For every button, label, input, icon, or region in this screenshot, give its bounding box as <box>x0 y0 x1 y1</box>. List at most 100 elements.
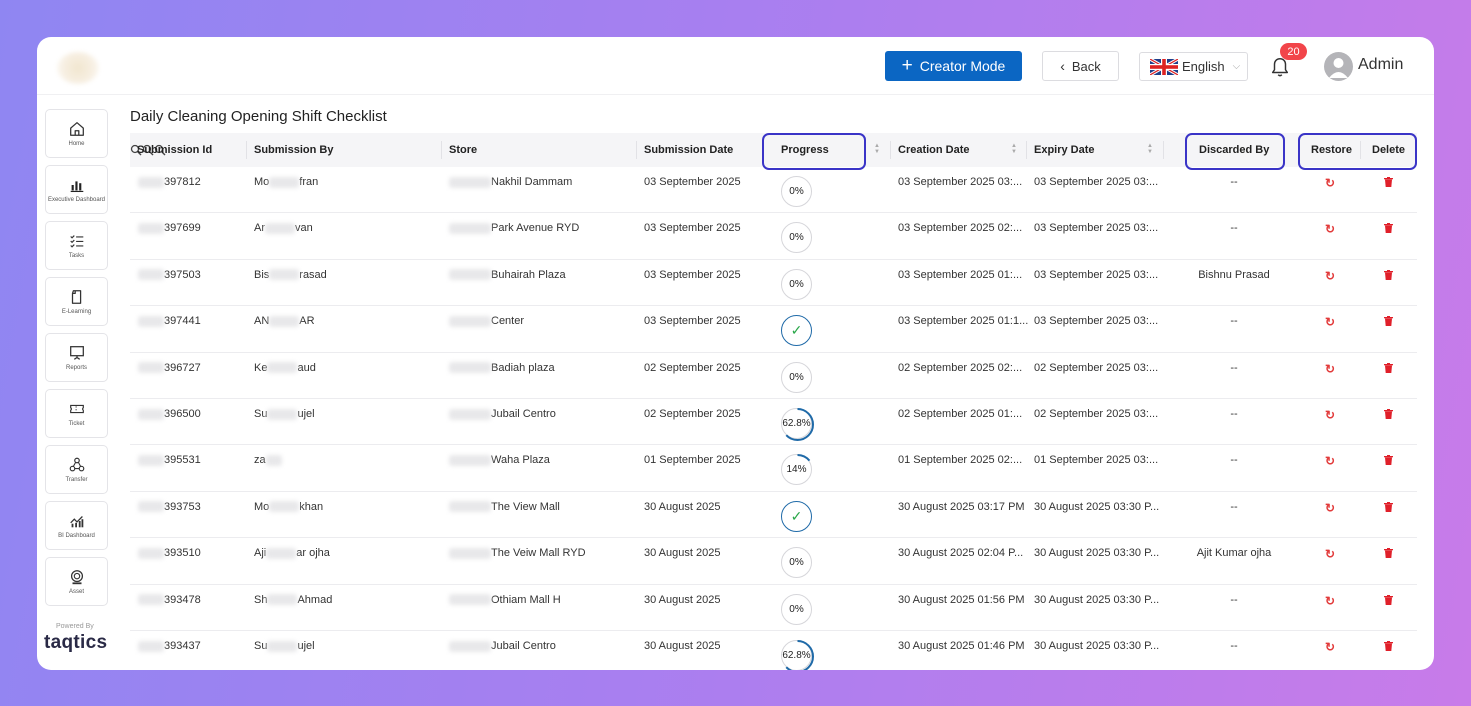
submission-date: 30 August 2025 <box>644 500 721 513</box>
submission-id-cell[interactable]: 393478 <box>138 594 201 606</box>
progress-ring: 0% <box>781 547 812 579</box>
restore-icon[interactable]: ↻ <box>1325 640 1335 654</box>
store-cell: Jubail Centro <box>449 640 556 652</box>
submission-id-cell[interactable]: 397812 <box>138 176 201 188</box>
header-submission-date: Submission Date <box>644 133 733 167</box>
restore-icon[interactable]: ↻ <box>1325 408 1335 422</box>
submission-id-cell[interactable]: 396500 <box>138 408 201 420</box>
header-creation-date[interactable]: Creation Date <box>898 133 970 167</box>
submitter-first: Aji <box>254 547 267 560</box>
table-row[interactable]: 397441 AN AR Center 03 September 2025 ✓ 03 Sep… <box>130 306 1417 353</box>
sidebar-item-transfer[interactable]: Transfer <box>45 445 108 494</box>
restore-icon[interactable]: ↻ <box>1325 547 1335 561</box>
restore-icon[interactable]: ↻ <box>1325 362 1335 376</box>
restore-icon[interactable]: ↻ <box>1325 594 1335 608</box>
header-progress[interactable]: Progress <box>781 133 829 167</box>
creation-date: 30 August 2025 01:56 PM <box>898 593 1025 606</box>
progress-value: 0% <box>789 232 804 244</box>
sidebar-item-bi-dashboard[interactable]: BI Dashboard <box>45 501 108 550</box>
table-row[interactable]: 396727 Ke aud Badiah plaza 02 September 2025… <box>130 353 1417 399</box>
user-name[interactable]: Admin <box>1358 56 1403 74</box>
sidebar-item-ticket[interactable]: Ticket <box>45 389 108 438</box>
delete-icon[interactable] <box>1384 316 1393 327</box>
table-row[interactable]: 393478 Sh Ahmad Othiam Mall H 30 August 2025… <box>130 585 1417 631</box>
sort-icon[interactable]: ▲ ▼ <box>1147 143 1153 155</box>
table-row[interactable]: 393510 Aji ar ojha The Veiw Mall RYD 30 Augu… <box>130 538 1417 585</box>
brand-logo: taqtics <box>44 632 108 653</box>
delete-icon[interactable] <box>1384 640 1393 651</box>
restore-icon[interactable]: ↻ <box>1325 454 1335 468</box>
presentation-icon <box>69 345 84 360</box>
header-label: Submission Date <box>644 144 734 156</box>
table-row[interactable]: 395531 za Waha Plaza 01 September 2025 14% 01… <box>130 445 1417 492</box>
progress-ring: 0% <box>781 361 812 393</box>
expiry-date: 02 September 2025 03:... <box>1034 407 1159 420</box>
submitter-first: Ke <box>254 361 268 374</box>
creation-date: 03 September 2025 01:... <box>898 268 1023 281</box>
submission-id-cell[interactable]: 393437 <box>138 640 201 652</box>
delete-icon[interactable] <box>1384 177 1393 187</box>
table-row[interactable]: 397699 Ar van Park Avenue RYD 03 September 2… <box>130 213 1417 260</box>
sidebar-item-executive-dashboard[interactable]: Executive Dashboard <box>45 165 108 214</box>
restore-icon[interactable]: ↻ <box>1325 176 1335 190</box>
table-row[interactable]: 397812 Mo fran Nakhil Dammam 03 September 20… <box>130 167 1417 214</box>
submission-id-cell[interactable]: 393753 <box>138 501 201 513</box>
delete-icon[interactable] <box>1384 594 1393 605</box>
progress-value: 0% <box>789 278 804 290</box>
delete-icon[interactable] <box>1384 548 1393 559</box>
restore-icon[interactable]: ↻ <box>1325 269 1335 283</box>
table-row[interactable]: 397503 Bis rasad Buhairah Plaza 03 September… <box>130 260 1417 307</box>
expiry-date: 30 August 2025 03:30 P... <box>1034 547 1160 560</box>
table-row[interactable]: 393753 Mo khan The View Mall 30 August 2025 ✓… <box>130 492 1417 539</box>
delete-icon[interactable] <box>1384 455 1393 466</box>
submission-id-cell[interactable]: 396727 <box>138 362 201 374</box>
submission-id-cell[interactable]: 395531 <box>138 454 201 466</box>
creation-date: 30 August 2025 02:04 P... <box>898 547 1024 560</box>
delete-icon[interactable] <box>1384 408 1393 419</box>
submitter-first: Mo <box>254 176 270 188</box>
submission-id-cell[interactable]: 397441 <box>138 315 201 327</box>
submission-id-cell[interactable]: 397699 <box>138 222 201 234</box>
back-button[interactable]: ‹ Back <box>1042 51 1119 81</box>
sidebar-item-asset[interactable]: Asset <box>45 557 108 606</box>
header-submission-id: Submission Id <box>137 133 212 167</box>
language-select[interactable]: English ⌵ <box>1139 52 1248 81</box>
progress-ring: 0% <box>781 176 812 207</box>
table-row[interactable]: 393437 Su ujel Jubail Centro 30 August 2025 6… <box>130 631 1417 670</box>
submissions-table: Submission Id Submission By Store Submis… <box>130 133 1417 670</box>
sort-icon[interactable]: ▲ ▼ <box>874 143 880 155</box>
store-name: Waha Plaza <box>491 454 550 467</box>
submission-id-cell[interactable]: 393510 <box>138 547 201 559</box>
sidebar-item-tasks[interactable]: Tasks <box>45 221 108 270</box>
table-row[interactable]: 396500 Su ujel Jubail Centro 02 September 20… <box>130 399 1417 446</box>
expiry-date: 01 September 2025 03:... <box>1034 454 1159 467</box>
creator-mode-label: Creator Mode <box>919 58 1006 74</box>
creation-date: 02 September 2025 02:... <box>898 361 1023 374</box>
restore-icon[interactable]: ↻ <box>1325 315 1335 329</box>
store-name: Buhairah Plaza <box>491 268 566 281</box>
restore-icon[interactable]: ↻ <box>1325 222 1335 236</box>
header-expiry-date[interactable]: Expiry Date <box>1034 133 1095 167</box>
creator-mode-button[interactable]: + Creator Mode <box>885 51 1022 81</box>
submission-id-cell[interactable]: 397503 <box>138 269 201 281</box>
delete-icon[interactable] <box>1384 501 1393 512</box>
sort-icon[interactable]: ▲ ▼ <box>1011 143 1017 155</box>
avatar[interactable] <box>1324 52 1353 81</box>
discarded-by: -- <box>1230 176 1238 188</box>
expiry-date: 03 September 2025 03:... <box>1034 268 1159 281</box>
submission-date: 30 August 2025 <box>644 547 721 560</box>
delete-icon[interactable] <box>1384 223 1393 234</box>
submitter-last: Ahmad <box>297 593 333 606</box>
company-logo[interactable] <box>57 52 99 84</box>
header-label: Submission Id <box>137 144 213 156</box>
sidebar-item-e-learning[interactable]: E-Learning <box>45 277 108 326</box>
expiry-date: 03 September 2025 03:... <box>1034 222 1159 235</box>
sidebar-item-label: Transfer <box>65 476 88 483</box>
store-name: The View Mall <box>491 500 560 513</box>
delete-icon[interactable] <box>1384 269 1393 280</box>
sidebar-item-home[interactable]: Home <box>45 109 108 158</box>
sidebar-item-reports[interactable]: Reports <box>45 333 108 382</box>
discarded-by: -- <box>1230 454 1238 467</box>
restore-icon[interactable]: ↻ <box>1325 501 1335 515</box>
delete-icon[interactable] <box>1384 362 1393 373</box>
